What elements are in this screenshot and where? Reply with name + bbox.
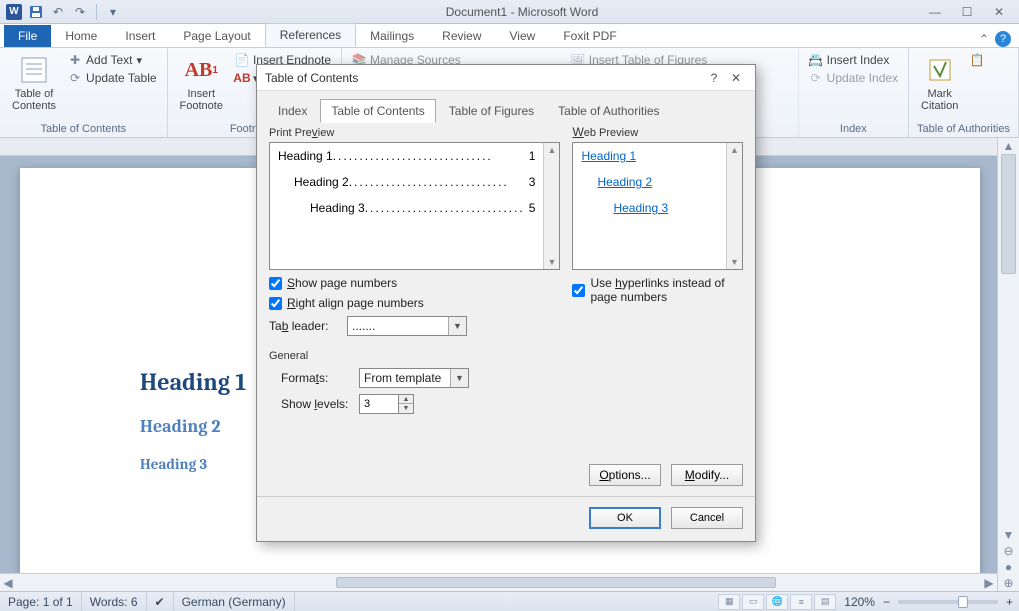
chevron-down-icon[interactable]: ▼ — [448, 317, 466, 335]
toc-web-link[interactable]: Heading 1 — [581, 149, 718, 163]
dialog-tab-toc[interactable]: Table of Contents — [320, 99, 435, 123]
tab-leader-value: ....... — [352, 319, 375, 333]
dialog-overlay: Table of Contents ? ✕ Index Table of Con… — [0, 0, 1019, 611]
toc-preview-line: Heading 2 ..............................… — [278, 175, 535, 189]
formats-label: Formats: — [281, 371, 351, 385]
scroll-down-icon[interactable]: ▼ — [544, 255, 559, 269]
toc-preview-line: Heading 3 ..............................… — [278, 201, 535, 215]
toc-preview-line: Heading 1 ..............................… — [278, 149, 535, 163]
scroll-down-icon[interactable]: ▼ — [727, 255, 742, 269]
formats-value: From template — [364, 371, 441, 385]
cancel-button[interactable]: Cancel — [671, 507, 743, 529]
spin-up-icon[interactable]: ▲ — [399, 395, 413, 404]
table-of-contents-dialog: Table of Contents ? ✕ Index Table of Con… — [256, 64, 756, 542]
use-hyperlinks-checkbox[interactable] — [572, 284, 585, 297]
tab-leader-label: Tab leader: — [269, 319, 339, 333]
show-levels-spinner[interactable]: ▲▼ — [359, 394, 414, 414]
toc-web-link[interactable]: Heading 2 — [581, 175, 718, 189]
scroll-up-icon[interactable]: ▲ — [727, 143, 742, 157]
dialog-tab-index[interactable]: Index — [267, 99, 318, 123]
chevron-down-icon[interactable]: ▼ — [450, 369, 468, 387]
dialog-tab-toa[interactable]: Table of Authorities — [547, 99, 670, 123]
show-page-numbers-checkbox[interactable] — [269, 277, 282, 290]
web-preview-label: Web Preview — [572, 125, 743, 139]
preview-scrollbar[interactable]: ▲ ▼ — [543, 143, 559, 269]
use-hyperlinks-label: Use hyperlinks instead of page numbers — [590, 276, 743, 304]
show-levels-label: Show levels: — [281, 397, 351, 411]
tab-leader-combo[interactable]: ....... ▼ — [347, 316, 467, 336]
spin-down-icon[interactable]: ▼ — [399, 404, 413, 413]
print-preview-box: Heading 1 ..............................… — [269, 142, 560, 270]
modify-button[interactable]: Modify... — [671, 464, 743, 486]
right-align-label: Right align page numbers — [287, 296, 424, 310]
dialog-close-icon[interactable]: ✕ — [725, 69, 747, 87]
options-button[interactable]: Options... — [589, 464, 661, 486]
show-levels-input[interactable] — [359, 394, 399, 414]
print-preview-label: Print Preview — [269, 125, 560, 139]
right-align-checkbox[interactable] — [269, 297, 282, 310]
web-preview-box: Heading 1 Heading 2 Heading 3 ▲ ▼ — [572, 142, 743, 270]
general-section-label: General — [269, 350, 743, 362]
formats-combo[interactable]: From template ▼ — [359, 368, 469, 388]
dialog-tab-tof[interactable]: Table of Figures — [438, 99, 545, 123]
ok-button[interactable]: OK — [589, 507, 661, 529]
dialog-help-icon[interactable]: ? — [703, 69, 725, 87]
dialog-title: Table of Contents — [265, 71, 703, 85]
dialog-titlebar[interactable]: Table of Contents ? ✕ — [257, 65, 755, 91]
scroll-up-icon[interactable]: ▲ — [544, 143, 559, 157]
toc-web-link[interactable]: Heading 3 — [581, 201, 718, 215]
show-page-numbers-label: Show page numbers — [287, 276, 397, 290]
dialog-tabs: Index Table of Contents Table of Figures… — [257, 91, 755, 123]
preview-scrollbar[interactable]: ▲ ▼ — [726, 143, 742, 269]
